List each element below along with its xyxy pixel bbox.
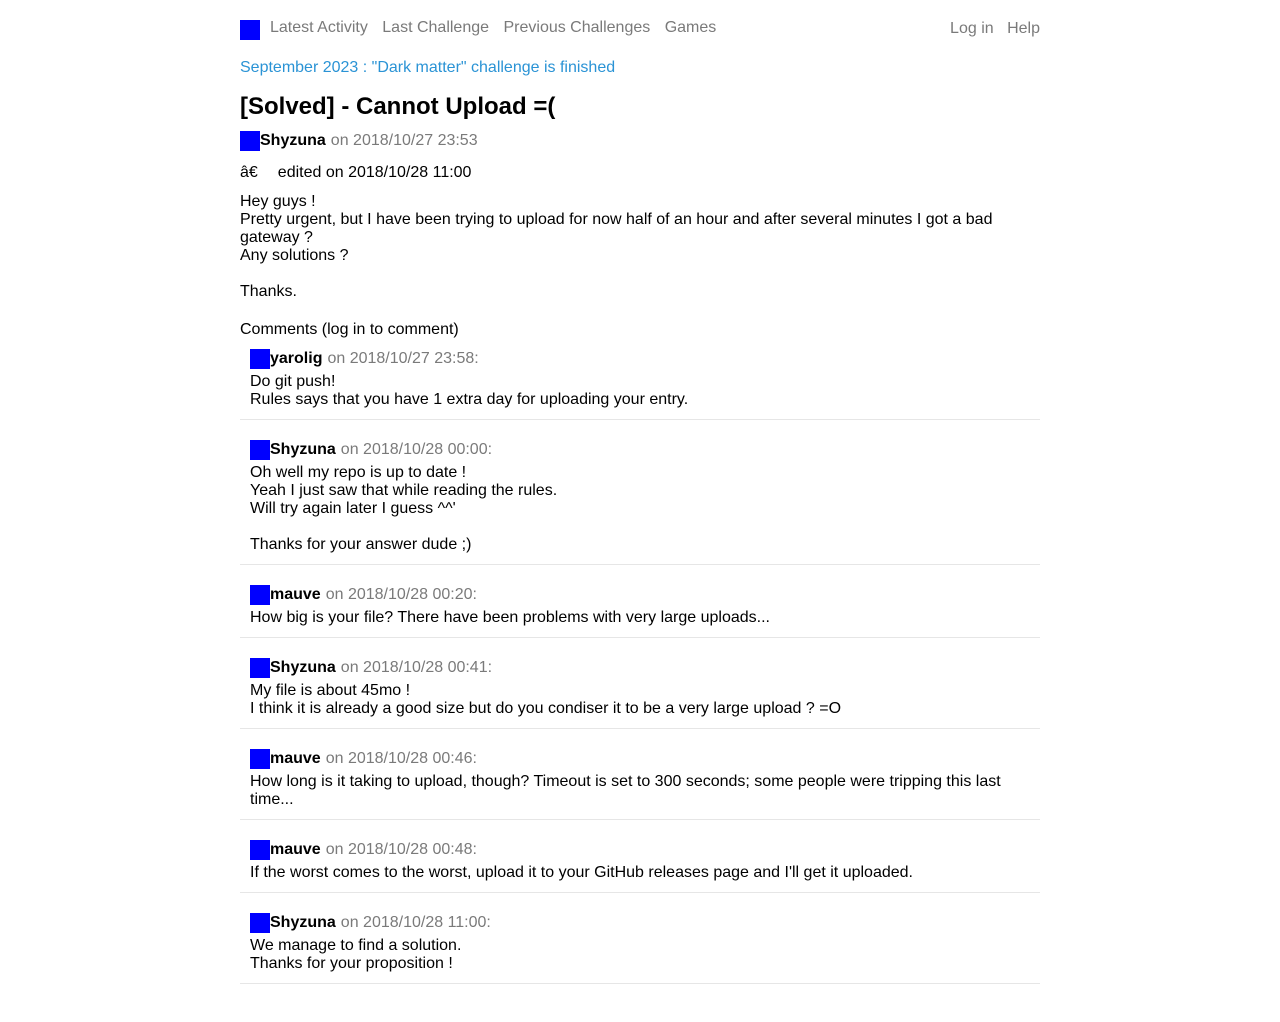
nav-links: Latest Activity Last Challenge Previous …: [270, 19, 726, 37]
comment-author: mauve: [270, 750, 321, 767]
edited-text: edited on 2018/10/28 11:00: [277, 164, 472, 181]
comment-meta: mauve on 2018/10/28 00:20:: [250, 585, 1030, 605]
text-line: Pretty urgent, but I have been trying to…: [240, 211, 993, 246]
avatar: [250, 749, 270, 769]
top-nav: Latest Activity Last Challenge Previous …: [240, 0, 1040, 60]
nav-games[interactable]: Games: [665, 19, 717, 36]
post-title: [Solved] - Cannot Upload =(: [240, 93, 556, 120]
announcement-link[interactable]: September 2023 : "Dark matter" challenge…: [240, 59, 615, 77]
comment-date: on 2018/10/28 00:41:: [340, 659, 493, 676]
comment-meta: mauve on 2018/10/28 00:46:: [250, 749, 1030, 769]
text-line: Thanks for your proposition !: [250, 955, 453, 972]
comment-author: yarolig: [270, 350, 323, 367]
comment-author: Shyzuna: [270, 914, 336, 931]
edited-glyph: â€: [240, 164, 258, 181]
comment-meta: Shyzuna on 2018/10/28 00:00:: [250, 440, 1030, 460]
nav-latest-activity[interactable]: Latest Activity: [270, 19, 368, 36]
nav-previous-challenges[interactable]: Previous Challenges: [503, 19, 650, 36]
comment-date: on 2018/10/27 23:58:: [327, 350, 479, 367]
comment-body: My file is about 45mo ! I think it is alr…: [250, 682, 1030, 718]
text-line: Any solutions ?: [240, 247, 349, 264]
comment-date: on 2018/10/28 00:00:: [340, 441, 493, 458]
text-line: Oh well my repo is up to date !: [250, 464, 467, 481]
text-line: If the worst comes to the worst, upload …: [250, 864, 913, 881]
nav-last-challenge[interactable]: Last Challenge: [382, 19, 489, 36]
comment: Shyzuna on 2018/10/28 00:41: My file is ab…: [240, 658, 1040, 729]
comment-body: How long is it taking to upload, though?…: [250, 773, 1030, 809]
post-meta: Shyzuna on 2018/10/27 23:53: [240, 131, 478, 151]
help-link[interactable]: Help: [1007, 20, 1040, 37]
comment-date: on 2018/10/28 11:00:: [340, 914, 491, 931]
comment-author: Shyzuna: [270, 659, 336, 676]
comment: Shyzuna on 2018/10/28 11:00: We manage to …: [240, 913, 1040, 984]
comment-date: on 2018/10/28 00:20:: [325, 586, 477, 603]
text-line: How long is it taking to upload, though?…: [250, 773, 1001, 808]
post-date: on 2018/10/27 23:53: [330, 132, 478, 149]
comment-meta: yarolig on 2018/10/27 23:58:: [250, 349, 1030, 369]
comment: mauve on 2018/10/28 00:48: If the worst co…: [240, 840, 1040, 893]
edited-note: â€ edited on 2018/10/28 11:00: [240, 164, 471, 182]
page: Latest Activity Last Challenge Previous …: [240, 0, 1040, 984]
text-line: We manage to find a solution.: [250, 937, 462, 954]
avatar: [250, 349, 270, 369]
comments-list: yarolig on 2018/10/27 23:58: Do git push! R…: [240, 349, 1040, 1004]
avatar: [250, 440, 270, 460]
post-body: Hey guys ! Pretty urgent, but I have been…: [240, 193, 1020, 301]
post-author: Shyzuna: [260, 132, 326, 149]
comment-date: on 2018/10/28 00:46:: [325, 750, 477, 767]
text-line: Rules says that you have 1 extra day for…: [250, 391, 689, 408]
comment-author: Shyzuna: [270, 441, 336, 458]
avatar: [250, 585, 270, 605]
text-line: Will try again later I guess ^^': [250, 500, 456, 517]
site-logo[interactable]: [240, 20, 260, 40]
comment-author: mauve: [270, 841, 321, 858]
avatar: [250, 658, 270, 678]
avatar: [250, 840, 270, 860]
comments-header: Comments (log in to comment): [240, 321, 459, 338]
comment-body: If the worst comes to the worst, upload …: [250, 864, 1030, 882]
comment-body: How big is your file? There have been pr…: [250, 609, 1030, 627]
avatar: [240, 131, 260, 151]
comment: Shyzuna on 2018/10/28 00:00: Oh well my re…: [240, 440, 1040, 565]
text-line: Thanks.: [240, 283, 297, 300]
text-line: Hey guys !: [240, 193, 316, 210]
comment-meta: mauve on 2018/10/28 00:48:: [250, 840, 1030, 860]
comment-body: We manage to find a solution. Thanks for …: [250, 937, 1030, 973]
comment-body: Oh well my repo is up to date ! Yeah I ju…: [250, 464, 1030, 554]
comment: mauve on 2018/10/28 00:46: How long is it …: [240, 749, 1040, 820]
comment-meta: Shyzuna on 2018/10/28 00:41:: [250, 658, 1030, 678]
text-line: Thanks for your answer dude ;): [250, 536, 472, 553]
comment: mauve on 2018/10/28 00:20: How big is your…: [240, 585, 1040, 638]
text-line: My file is about 45mo !: [250, 682, 411, 699]
comment: yarolig on 2018/10/27 23:58: Do git push! R…: [240, 349, 1040, 420]
comment-date: on 2018/10/28 00:48:: [325, 841, 477, 858]
text-line: Do git push!: [250, 373, 336, 390]
login-link[interactable]: Log in: [950, 20, 994, 37]
nav-right: Log in Help: [941, 20, 1040, 38]
comment-author: mauve: [270, 586, 321, 603]
text-line: Yeah I just saw that while reading the r…: [250, 482, 558, 499]
comment-meta: Shyzuna on 2018/10/28 11:00:: [250, 913, 1030, 933]
avatar: [250, 913, 270, 933]
comment-body: Do git push! Rules says that you have 1 e…: [250, 373, 1030, 409]
text-line: How big is your file? There have been pr…: [250, 609, 770, 626]
text-line: I think it is already a good size but do…: [250, 700, 842, 717]
